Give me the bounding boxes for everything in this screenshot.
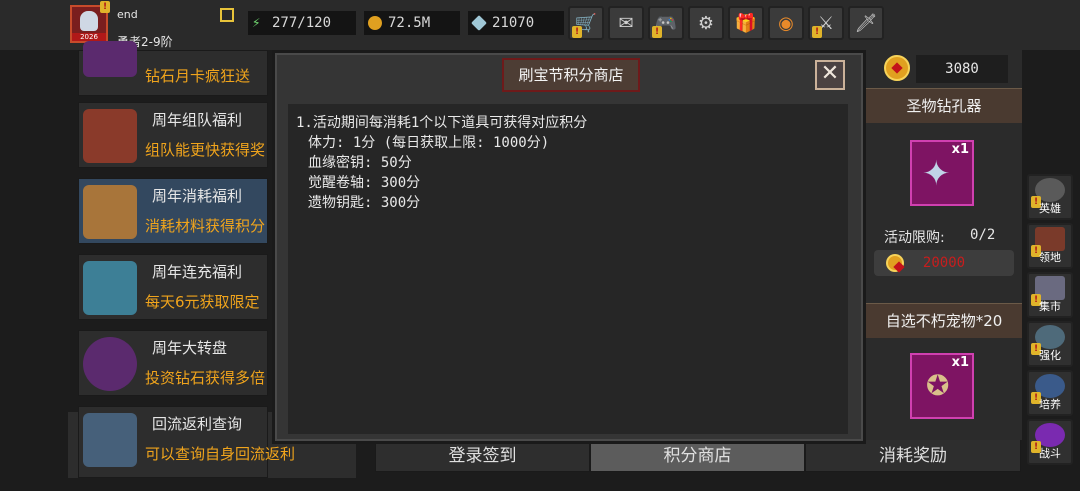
list-item-subtitle: 每天6元获取限定 <box>145 293 260 311</box>
list-item-title: 周年连充福利 <box>152 263 243 281</box>
nav-battle[interactable]: ! 战斗 <box>1027 419 1073 465</box>
shop-item-slot[interactable]: ✪ x1 <box>910 353 974 419</box>
rule-line: 遗物钥匙: 300分 <box>308 195 421 211</box>
shop-currency-icon <box>884 55 910 81</box>
close-icon: ✕ <box>820 61 840 86</box>
modal-rules-panel: 1.活动期间每消耗1个以下道具可获得对应积分 体力: 1分 (每日获取上限: 1… <box>288 104 848 434</box>
stamina-counter: ⚡ 277/120 <box>248 11 356 35</box>
list-item-recharge-bonus[interactable]: 周年连充福利 每天6元获取限定 <box>78 254 268 320</box>
shop-item-slot[interactable]: ✦ x1 <box>910 140 974 206</box>
list-item-subtitle: 消耗材料获得积分 <box>145 217 266 235</box>
treasure-chest-icon <box>83 185 137 239</box>
list-item-subtitle: 投资钻石获得多倍 <box>145 369 266 387</box>
sword-icon: 🗡 <box>854 12 878 34</box>
card-icon <box>83 41 137 77</box>
purchase-limit-label: 活动限购: <box>884 230 945 246</box>
rule-line: 血缘密钥: 50分 <box>308 155 412 171</box>
shop-item-name: 圣物钻孔器 <box>866 88 1022 123</box>
list-item-title: 回流返利查询 <box>152 415 243 433</box>
list-item-subtitle: 可以查询自身回流返利 <box>145 445 296 463</box>
modal-title: 刷宝节积分商店 <box>502 58 640 92</box>
gold-coin-icon <box>886 254 904 272</box>
drill-icon: ✦ <box>922 154 951 194</box>
gift-icon: 🎁 <box>734 12 758 34</box>
list-item-subtitle: 钻石月卡疯狂送 <box>145 67 251 85</box>
nav-label: 英雄 <box>1039 202 1061 215</box>
lightning-icon: ⚡ <box>252 15 261 31</box>
player-name: end <box>117 8 138 21</box>
shop-currency-value: 3080 <box>916 55 1008 83</box>
weapon-button[interactable]: ⚔! <box>808 6 844 40</box>
diamond-counter: 21070 <box>468 11 564 35</box>
item-count: x1 <box>951 142 969 157</box>
list-item-team-bonus[interactable]: 周年组队福利 组队能更快获得奖 <box>78 102 268 168</box>
color-wheel-icon: ◉ <box>778 12 794 34</box>
diamond-value: 21070 <box>492 15 535 31</box>
list-item-return-rebate[interactable]: 回流返利查询 可以查询自身回流返利 <box>78 406 295 478</box>
notification-badge: ! <box>100 1 110 13</box>
list-item-title: 周年组队福利 <box>152 111 243 129</box>
list-item-consume-bonus[interactable]: 周年消耗福利 消耗材料获得积分 <box>78 178 268 244</box>
shop-item-name: 自选不朽宠物*20 <box>866 303 1022 338</box>
gold-coin-icon <box>368 16 382 30</box>
nav-label: 领地 <box>1039 251 1061 264</box>
chest-icon <box>83 109 137 163</box>
list-item-title: 周年大转盘 <box>152 339 228 357</box>
list-item-diamond-card[interactable]: 钻石月卡疯狂送 <box>78 41 268 96</box>
nav-label: 集市 <box>1039 300 1061 313</box>
nav-enhance[interactable]: ! 强化 <box>1027 321 1073 367</box>
mail-button[interactable]: ✉ <box>608 6 644 40</box>
rule-line: 1.活动期间每消耗1个以下道具可获得对应积分 <box>296 115 588 131</box>
gamepad-button[interactable]: 🎮! <box>648 6 684 40</box>
settings-button[interactable]: ⚙ <box>688 6 724 40</box>
shop-cart-button[interactable]: 🛒! <box>568 6 604 40</box>
buy-button[interactable]: 20000 <box>874 250 1014 276</box>
close-button[interactable]: ✕ <box>815 60 845 90</box>
nav-market[interactable]: ! 集市 <box>1027 272 1073 318</box>
nav-hero[interactable]: ! 英雄 <box>1027 174 1073 220</box>
notification-badge: ! <box>812 26 822 38</box>
notification-badge: ! <box>652 26 662 38</box>
list-item-subtitle: 组队能更快获得奖 <box>145 141 266 159</box>
purchase-limit-value: 0/2 <box>970 227 996 243</box>
diamond-icon <box>471 15 487 31</box>
nav-label: 战斗 <box>1039 447 1061 460</box>
player-avatar[interactable]: 2026 ! <box>70 1 110 43</box>
stamina-value: 277/120 <box>272 15 332 31</box>
nav-territory[interactable]: ! 领地 <box>1027 223 1073 269</box>
color-wheel-button[interactable]: ◉ <box>768 6 804 40</box>
gear-icon: ⚙ <box>697 12 715 34</box>
crystal-icon <box>83 261 137 315</box>
item-count: x1 <box>951 355 969 370</box>
nav-cultivate[interactable]: ! 培养 <box>1027 370 1073 416</box>
sword-button[interactable]: 🗡 <box>848 6 884 40</box>
rule-line: 觉醒卷轴: 300分 <box>308 175 421 191</box>
rule-line: 体力: 1分 (每日获取上限: 1000分) <box>308 135 550 151</box>
gold-value: 72.5M <box>388 15 431 31</box>
avatar-tag: 2026 <box>72 33 106 41</box>
rebate-icon <box>83 413 137 467</box>
list-item-title: 周年消耗福利 <box>152 187 243 205</box>
nav-label: 培养 <box>1039 398 1061 411</box>
gold-counter: 72.5M <box>364 11 460 35</box>
nav-label: 强化 <box>1039 349 1061 362</box>
pet-icon: ✪ <box>926 369 950 402</box>
mail-icon: ✉ <box>618 12 634 34</box>
edit-icon[interactable] <box>220 8 234 22</box>
spin-wheel-icon <box>83 337 137 391</box>
list-item-wheel[interactable]: 周年大转盘 投资钻石获得多倍 <box>78 330 268 396</box>
price-value: 20000 <box>922 255 966 271</box>
notification-badge: ! <box>572 26 582 38</box>
gift-button[interactable]: 🎁 <box>728 6 764 40</box>
